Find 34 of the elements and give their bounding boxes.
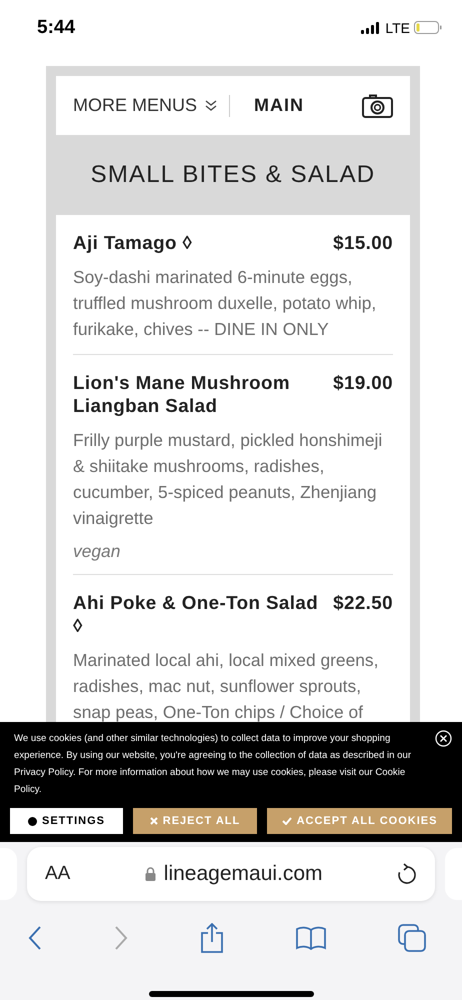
cross-icon xyxy=(150,817,158,825)
more-menus-dropdown[interactable]: MORE MENUS xyxy=(73,95,218,116)
address-bar[interactable]: AA lineagemaui.com xyxy=(27,847,435,901)
book-icon[interactable] xyxy=(296,926,326,950)
dot-icon xyxy=(28,816,37,826)
main-menu-tab[interactable]: MAIN xyxy=(254,95,304,116)
tabs-icon[interactable] xyxy=(398,924,426,952)
dish-price: $22.50 xyxy=(333,591,393,614)
status-time: 5:44 xyxy=(37,16,76,38)
dish-price: $19.00 xyxy=(333,371,393,394)
double-chevron-icon xyxy=(205,100,218,112)
check-icon xyxy=(282,817,292,825)
dish-description: Marinated local ahi, local mixed greens, radishes, mac nut, sunflower sprouts, snap peas, One-Ton chips / Choice of xyxy=(73,649,380,722)
lock-icon xyxy=(144,867,156,881)
camera-icon[interactable] xyxy=(362,94,393,118)
dish-name: Lion's Mane Mushroom Liangban Salad xyxy=(73,371,291,417)
battery-icon xyxy=(414,21,442,34)
dish-price: $15.00 xyxy=(333,231,393,254)
dish-name: Aji Tamago ◊ xyxy=(73,231,192,254)
share-icon[interactable] xyxy=(200,923,224,953)
dish-description: Frilly purple mustard, pickled honshimeji & shiitake mushrooms, radishes, cucumber, 5-spiced peanuts, Zhenjiang vinaigrette xyxy=(73,429,384,530)
dish-note: vegan xyxy=(73,541,122,562)
back-icon[interactable] xyxy=(28,926,42,950)
section-heading: SMALL BITES & SALAD xyxy=(90,160,376,190)
cookie-message: We use cookies (and other similar technologies) to collect data to improve your shopping experience. By using our website, you're agreeing to the collection of data as described in our Privacy Policy. For more information about how we may use cookies, please visit our Cookie Policy. xyxy=(14,732,412,797)
reload-icon[interactable] xyxy=(397,863,417,885)
close-icon[interactable] xyxy=(435,730,452,747)
settings-button[interactable]: SETTINGS xyxy=(10,808,123,834)
dish-name: Ahi Poke & One-Ton Salad ◊ xyxy=(73,591,320,637)
dish-description: Soy-dashi marinated 6-minute eggs, truffled mushroom duxelle, potato whip, furikake, chives -- DINE IN ONLY xyxy=(73,266,378,341)
text-size-button[interactable]: AA xyxy=(45,863,70,885)
network-label: LTE xyxy=(385,20,410,36)
signal-icon xyxy=(361,22,382,34)
url-text: lineagemaui.com xyxy=(164,862,323,886)
